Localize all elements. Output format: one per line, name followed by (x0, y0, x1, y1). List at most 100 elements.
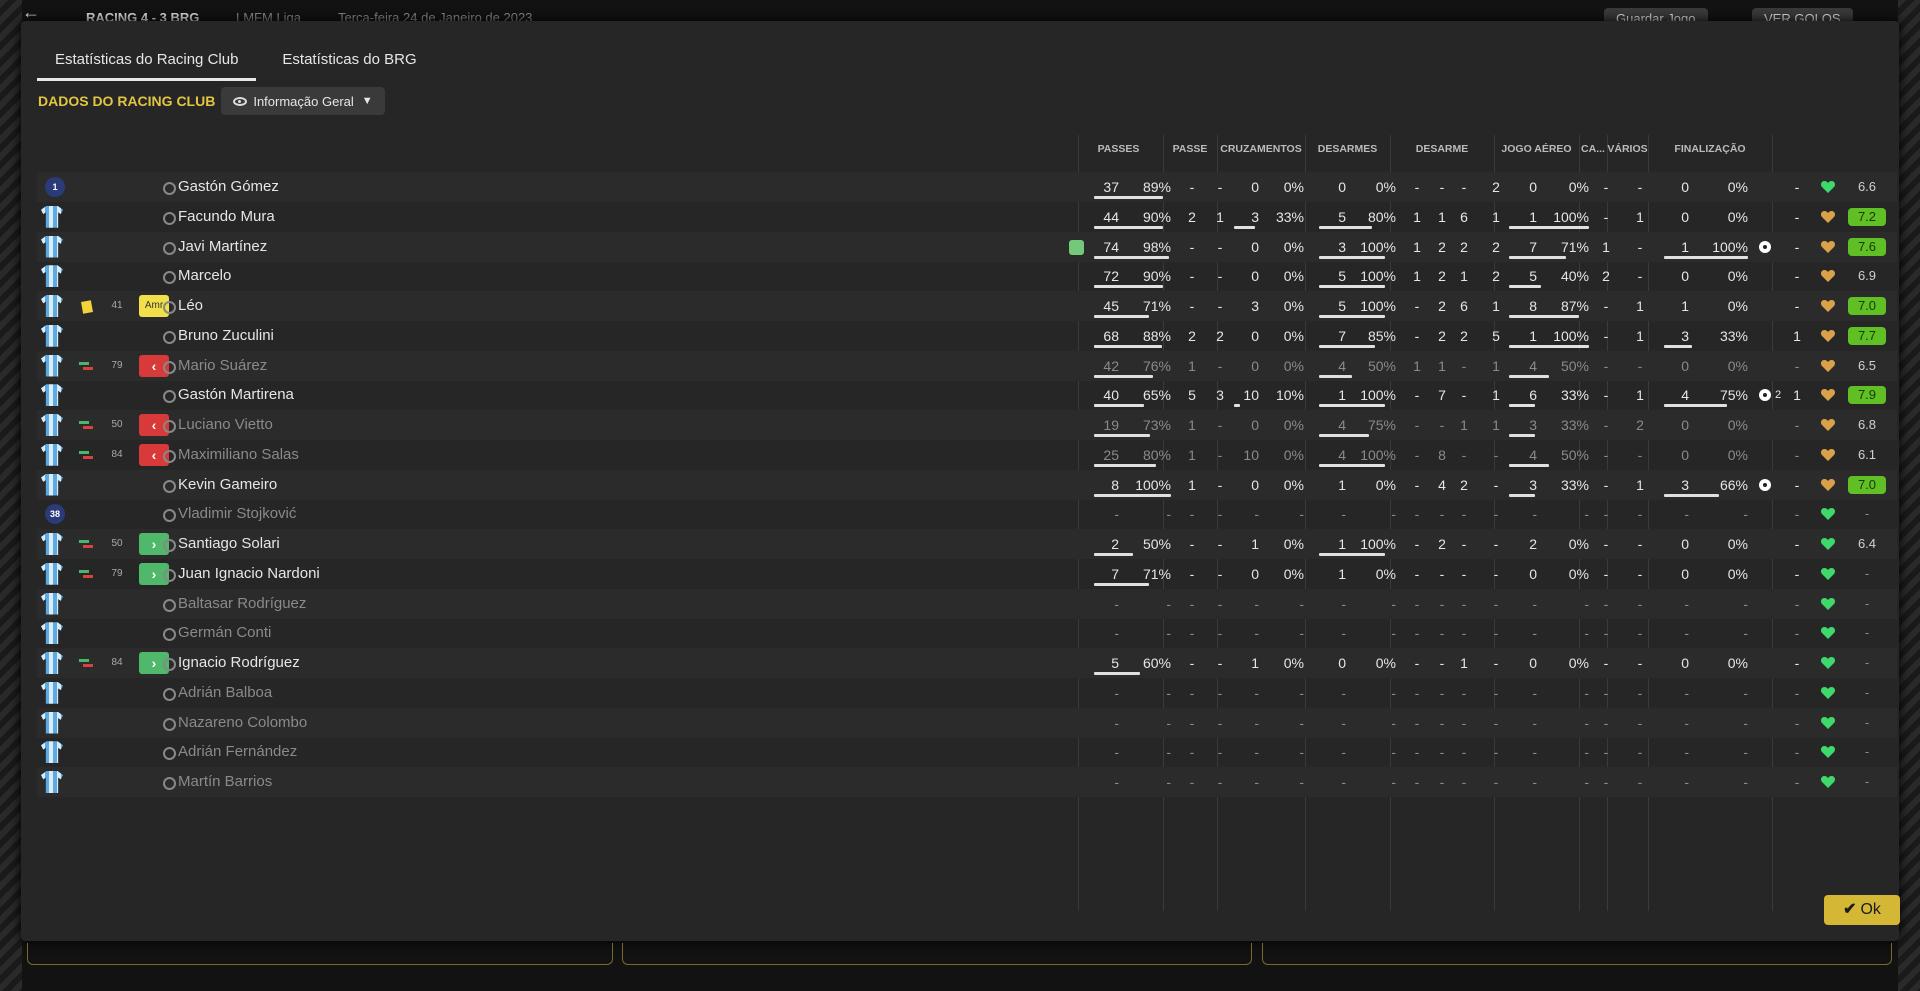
substitution-icon (79, 659, 93, 667)
player-row[interactable]: Kevin Gameiro 8 100% 1-0 0% 1 0% -4 2-3 33% -1 3 66%… (37, 469, 1897, 500)
shirt-icon (41, 265, 63, 288)
cards: - (1461, 536, 1467, 552)
passes-completion-bar (1094, 493, 1171, 497)
shirt-icon (41, 741, 63, 764)
fouls: 1 (1438, 357, 1446, 374)
player-row[interactable]: 79 › Juan Ignacio Nardoni 7 71% - -0 0% 1 0% - - - -0… (37, 559, 1897, 589)
player-name[interactable]: Vladimir Stojković (158, 499, 758, 529)
tab-brg-stats[interactable]: Estatísticas do BRG (264, 49, 434, 81)
tackles-completion: 0% (1375, 565, 1396, 582)
ca-ch: - (1603, 179, 1609, 195)
player-row[interactable]: Gastón Martirena 40 65% 5 3 10 10% 1 100% -7-1 6 33… (37, 380, 1897, 410)
ca-ch: - (1603, 417, 1609, 433)
key-passes: - (1189, 774, 1195, 790)
heart-orange-icon (1820, 387, 1836, 403)
player-name[interactable]: Maximiliano Salas (158, 440, 758, 470)
footer-panel (27, 943, 613, 965)
headers-completion: - (1584, 595, 1589, 612)
crosses-attempted: 3 (1251, 298, 1259, 314)
crosses-completion: - (1299, 744, 1304, 761)
chances-created: - (1217, 268, 1223, 285)
player-name[interactable]: Luciano Vietto (158, 410, 758, 440)
player-name[interactable]: Facundo Mura (158, 202, 758, 232)
player-name[interactable]: Gastón Gómez (158, 172, 758, 202)
ok-button[interactable]: ✔ Ok (1824, 895, 1900, 925)
shots-on-target: 0% (1727, 417, 1748, 433)
player-row[interactable]: 41 Amr Léo 45 71% - -3 0% 5 100% -2 6 1 8 87% -1 1 0% -7.0 (37, 291, 1897, 321)
key-passes: 2 (1188, 327, 1196, 344)
player-row[interactable]: Marcelo 72 90% - -0 0% 5 100% 1 2 1 2 5 40% 2-0 0% -6.9 (37, 261, 1897, 291)
heart-green-icon (1820, 596, 1836, 612)
shots-attempted: - (1684, 714, 1689, 731)
cards: - (1461, 565, 1467, 582)
column-group-header: CRUZAMENTOS (1220, 143, 1302, 155)
player-name[interactable]: Léo (158, 291, 758, 321)
tab-racing-stats[interactable]: Estatísticas do Racing Club (37, 49, 257, 81)
player-row[interactable]: Adrián Balboa - - - - - - - - - - - - - - - - - - - - (37, 678, 1897, 708)
player-name[interactable]: Adrián Balboa (158, 678, 758, 708)
key-passes: 1 (1188, 417, 1196, 433)
crosses-completion: 0% (1283, 565, 1304, 582)
rating-badge: 6.5 (1857, 357, 1877, 373)
arrow-left-icon[interactable]: ← (22, 2, 40, 23)
player-name[interactable]: Marcelo (158, 261, 758, 291)
tackles-completion-bar (1319, 463, 1385, 467)
passes-completion-bar (1094, 344, 1162, 348)
player-row[interactable]: 79 ‹ Mario Suárez 42 76% 1-0 0% 4 50% 1 1-1 4 50% - -0… (37, 350, 1897, 381)
player-row[interactable]: 1 Gastón Gómez 37 89% - -0 0% 0 0% - - -2 0 0% - -0 0% -6… (37, 172, 1897, 202)
player-name[interactable]: Bruno Zuculini (158, 321, 758, 351)
player-name[interactable]: Kevin Gameiro (158, 470, 758, 500)
player-row[interactable]: Adrián Fernández - - - - - - - - - - - - - - - - - - - - (37, 737, 1897, 767)
crosses-completion: - (1299, 625, 1304, 642)
assists: - (1794, 208, 1800, 225)
ca-ch: - (1603, 298, 1609, 314)
shots-on-target-bar (1664, 255, 1748, 259)
player-name[interactable]: Ignacio Rodríguez (158, 648, 758, 678)
player-row[interactable]: Germán Conti - - - - - - - - - - - - - - - - - - - - (37, 618, 1897, 648)
player-name[interactable]: Juan Ignacio Nardoni (158, 559, 758, 589)
player-name[interactable]: Javi Martínez (158, 232, 758, 262)
player-row[interactable]: 38 Vladimir Stojković - - - - - - - - - - - - - - - - - - - - (37, 499, 1897, 529)
cards: - (1461, 625, 1467, 642)
player-row[interactable]: Javi Martínez 74 98% - -0 0% 3 100% 1 2 2 2 7 71% 1-1 1… (37, 231, 1897, 262)
player-row[interactable]: 84 ‹ Maximiliano Salas 25 80% 1-10 0% 4 100% -8- -… (37, 440, 1897, 470)
player-row[interactable]: Bruno Zuculini 68 88% 2 2 0 0% 7 85% -2 2 5 1 100% -1 3… (37, 321, 1897, 351)
player-row[interactable]: Nazareno Colombo - - - - - - - - - - - - - - - - - - - - (37, 707, 1897, 738)
player-name[interactable]: Germán Conti (158, 618, 758, 648)
tackle-a: 1 (1492, 357, 1500, 374)
player-row[interactable]: 84 › Ignacio Rodríguez 5 60% - -1 0% 0 0% - -1-0 0% -… (37, 648, 1897, 678)
crosses-completion: - (1299, 774, 1304, 790)
fnt-value: - (1637, 714, 1643, 731)
player-row[interactable]: 50 ‹ Luciano Vietto 19 73% 1-0 0% 4 75% - -1 1 3 33% -… (37, 410, 1897, 440)
passes-completion-bar (1094, 582, 1149, 586)
shirt-icon (41, 711, 63, 734)
player-name[interactable]: Martín Barrios (158, 767, 758, 797)
passes-completion-bar (1094, 225, 1163, 229)
player-name[interactable]: Baltasar Rodríguez (158, 589, 758, 619)
player-row[interactable]: Baltasar Rodríguez - - - - - - - - - - - - - - - - - - - - (37, 588, 1897, 619)
rating-badge: - (1864, 655, 1870, 670)
rating-badge: - (1864, 684, 1870, 700)
key-passes: - (1189, 536, 1195, 552)
background-stripe (1898, 0, 1920, 991)
player-name[interactable]: Nazareno Colombo (158, 708, 758, 738)
shots-on-target: - (1743, 506, 1748, 523)
passes-completion-bar (1094, 434, 1150, 437)
player-row[interactable]: 50 › Santiago Solari 2 50% - -1 0% 1 100% -2- -2 0% -… (37, 529, 1897, 559)
player-name[interactable]: Mario Suárez (158, 351, 758, 381)
player-name[interactable]: Adrián Fernández (158, 737, 758, 767)
minute-label: 50 (111, 419, 123, 430)
crosses-completion: 0% (1283, 238, 1304, 255)
heart-green-icon (1820, 655, 1836, 671)
player-row[interactable]: Martín Barrios - - - - - - - - - - - - - - - - - - - - (37, 767, 1897, 797)
tackles-completion: 50% (1367, 357, 1396, 374)
crosses-completion: 33% (1275, 208, 1304, 225)
player-row[interactable]: Facundo Mura 44 90% 2 1 3 33% 5 80% 1 1 6 1 1 100% -1 0 0… (37, 202, 1897, 232)
tackle-a: - (1493, 476, 1499, 493)
player-name[interactable]: Gastón Martirena (158, 380, 758, 410)
shots-attempted: - (1684, 684, 1689, 701)
view-dropdown[interactable]: Informação Geral ▼ (221, 87, 385, 115)
passes-completion: - (1166, 684, 1171, 701)
player-name[interactable]: Santiago Solari (158, 529, 758, 559)
chances-created: - (1217, 179, 1223, 195)
